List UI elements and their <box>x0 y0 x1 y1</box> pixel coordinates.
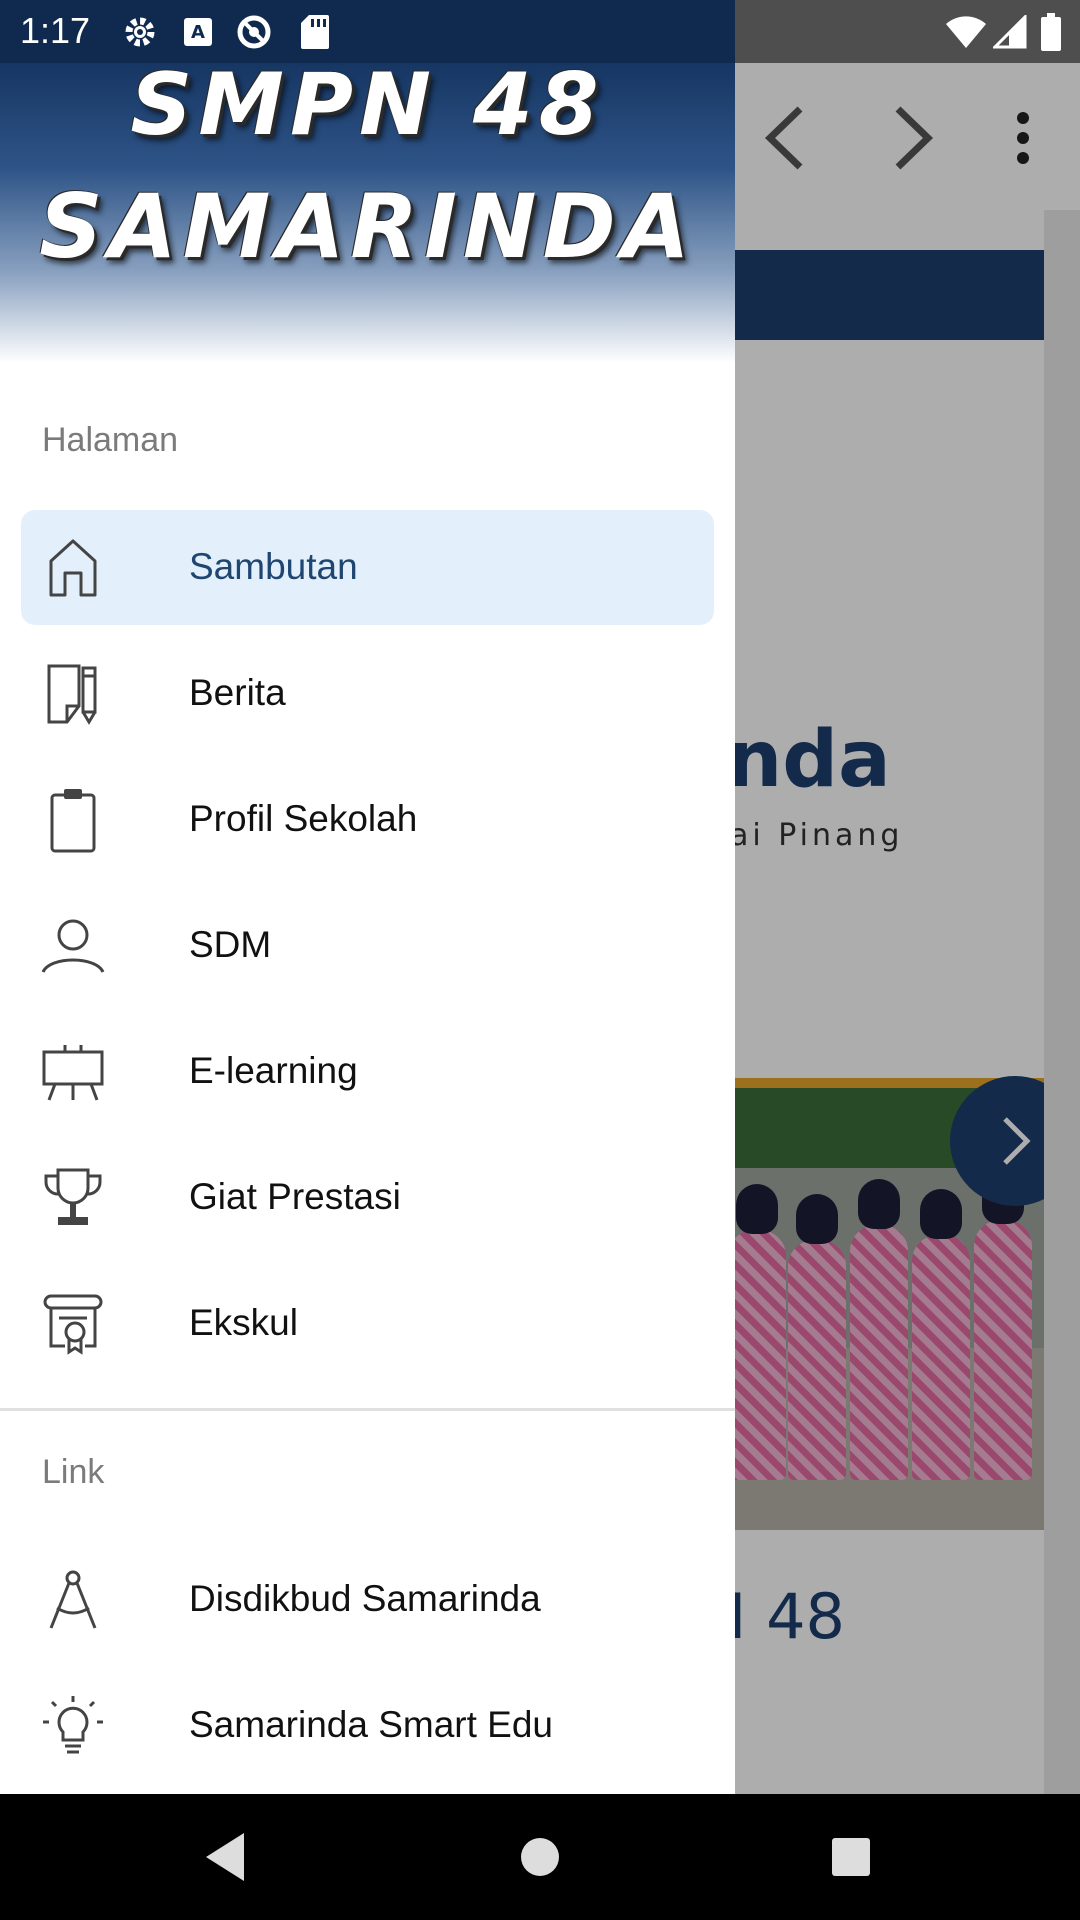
settings-icon <box>120 12 160 52</box>
drawer-item-giat-prestasi[interactable]: Giat Prestasi <box>21 1140 714 1255</box>
drawer-item-sambutan[interactable]: Sambutan <box>21 510 714 625</box>
certificate-icon <box>39 1290 107 1358</box>
status-bar: 1:17 A <box>0 0 1080 63</box>
system-navigation-bar <box>0 1794 1080 1920</box>
drawer-header: SMPN 48 SAMARINDA <box>0 63 735 363</box>
sd-card-icon <box>295 12 335 52</box>
drawer-item-label: SDM <box>189 924 272 965</box>
cell-signal-icon <box>990 12 1030 52</box>
compass-icon <box>39 1566 107 1634</box>
nav-home-icon[interactable] <box>505 1822 575 1892</box>
news-icon <box>39 660 107 728</box>
drawer-divider <box>0 1408 735 1411</box>
drawer-item-berita[interactable]: Berita <box>21 636 714 751</box>
battery-icon <box>1036 12 1066 52</box>
drawer-item-label: Profil Sekolah <box>189 798 418 839</box>
nav-back-icon[interactable] <box>190 1822 260 1892</box>
section-label-link: Link <box>42 1453 105 1491</box>
clipboard-icon <box>39 786 107 854</box>
drawer-item-label: Giat Prestasi <box>189 1176 401 1217</box>
drawer-item-label: Sambutan <box>189 546 358 587</box>
drawer-item-label: Samarinda Smart Edu <box>189 1704 554 1745</box>
drawer-item-e-learning[interactable]: E-learning <box>21 1014 714 1129</box>
drawer-item-label: Berita <box>189 672 286 713</box>
drawer-item-ekskul[interactable]: Ekskul <box>21 1266 714 1381</box>
sync-disabled-icon <box>234 12 274 52</box>
lightbulb-icon <box>39 1692 107 1760</box>
drawer-item-profil-sekolah[interactable]: Profil Sekolah <box>21 762 714 877</box>
school-logo-line2: SAMARINDA <box>39 175 696 278</box>
presentation-board-icon <box>39 1038 107 1106</box>
drawer-item-label: Ekskul <box>189 1302 298 1343</box>
home-icon <box>39 534 107 602</box>
nav-recents-icon[interactable] <box>816 1822 886 1892</box>
school-logo-line1: SMPN 48 <box>130 63 605 155</box>
svg-text:A: A <box>191 22 205 43</box>
section-label-halaman: Halaman <box>42 421 179 459</box>
drawer-item-label: Disdikbud Samarinda <box>189 1578 541 1619</box>
keyboard-a-icon: A <box>178 12 218 52</box>
drawer-link-disdikbud[interactable]: Disdikbud Samarinda <box>21 1542 714 1657</box>
navigation-drawer: SMPN 48 SAMARINDA Halaman Sambutan Berit… <box>0 63 735 1794</box>
trophy-icon <box>39 1164 107 1232</box>
status-time: 1:17 <box>20 10 91 51</box>
drawer-item-sdm[interactable]: SDM <box>21 888 714 1003</box>
drawer-link-smart-edu[interactable]: Samarinda Smart Edu <box>21 1668 714 1783</box>
person-icon <box>39 912 107 980</box>
drawer-item-label: E-learning <box>189 1050 358 1091</box>
wifi-icon <box>944 12 988 52</box>
